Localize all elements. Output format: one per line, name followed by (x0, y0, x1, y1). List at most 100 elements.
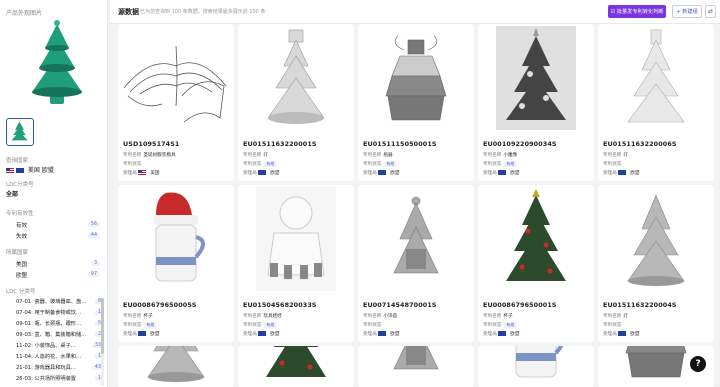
ldc-filter-list: 07-01: 瓷器、玻璃器皿、盘… 8 07-04: 用于制备食物或饮… 1 09-… (6, 296, 104, 382)
patent-region-row: 受理局 欧盟 (123, 331, 160, 337)
patent-image[interactable] (358, 346, 474, 387)
patent-id[interactable]: EU0150456820033S (243, 301, 317, 309)
help-button[interactable]: ? (690, 356, 706, 372)
eu-flag-icon (16, 168, 24, 173)
patent-image[interactable] (238, 185, 354, 293)
patent-id[interactable]: USD1095174S1 (123, 140, 179, 148)
patent-card[interactable]: EU0008679650001S 专利名称 杯子 专利状态 有效 受理局 欧盟 (478, 185, 594, 342)
patent-image[interactable] (478, 24, 594, 132)
patent-status-row: 专利状态 (603, 323, 622, 328)
patent-region-row: 受理局 欧盟 (243, 331, 280, 337)
eu-flag-icon (378, 331, 387, 336)
country-filter-label: 所属国家 (6, 250, 29, 256)
country-filter-item[interactable]: 欧盟 97 (6, 269, 100, 280)
patent-card[interactable]: EU0151163220004S 专利名称灯专利状态 受理局 欧盟 (598, 185, 714, 342)
section-title: 产品外观图片 (6, 10, 43, 17)
query-country-label: 查询国家 (6, 158, 29, 164)
ldc-filter-item[interactable]: 26-03: 公共场所照明装置 1 (6, 373, 104, 384)
patent-name-row: 专利名称 小饰品 (363, 314, 398, 319)
ldc-filter-item[interactable]: 07-01: 瓷器、玻璃器皿、盘… 8 (6, 296, 104, 307)
patent-image[interactable] (598, 185, 714, 293)
ldc-filter-item[interactable]: 21-01: 游戏器具和玩具… 43 (6, 362, 104, 373)
patent-status-row: 专利状态 (603, 162, 622, 167)
eu-flag-icon (258, 331, 267, 336)
patent-id[interactable]: EU0151163220004S (603, 301, 677, 309)
patent-card[interactable]: EU0150456820033S 专利名称 玩具娃娃 专利状态 有效 受理局 欧盟 (238, 185, 354, 342)
query-country-text: 美国 欧盟 (27, 167, 54, 174)
status-filter-item[interactable]: 有效 56 (6, 219, 100, 230)
patent-region-row: 受理局 欧盟 (603, 170, 640, 176)
patent-card[interactable] (358, 346, 474, 387)
patent-card[interactable] (478, 346, 594, 387)
ldc-class-value: 全部 (6, 191, 19, 198)
patent-card[interactable]: EU0151163220006S 专利名称灯专利状态受理局 欧盟 (598, 24, 714, 181)
patent-id[interactable]: EU0151163220006S (603, 140, 677, 148)
us-flag-icon (138, 170, 147, 175)
patent-image[interactable] (118, 346, 234, 387)
patent-image[interactable] (478, 346, 594, 387)
patent-status-row: 专利状态 有效 (243, 161, 277, 167)
patent-image[interactable] (238, 24, 354, 132)
patent-name-row: 专利名称 玩具娃娃 (243, 314, 282, 319)
patent-image[interactable] (598, 24, 714, 132)
patent-id[interactable]: EU0010922090034S (483, 140, 557, 148)
patent-region-row: 受理局 欧盟 (603, 331, 640, 337)
new-group-button[interactable]: + 新建组 (672, 5, 702, 18)
ldc-scrollbar-thumb[interactable] (101, 298, 104, 354)
patent-card[interactable]: EU0010922090034S 专利名称 小雕像 专利状态 有效 受理局 欧盟 (478, 24, 594, 181)
patent-name-row: 专利名称 小雕像 (483, 153, 518, 158)
patent-card[interactable]: USD1095174S1 专利名称 圣诞树服装模具 专利状态 受理局 美国 (118, 24, 234, 181)
batch-judge-button[interactable]: ☑ 批量发专利转化判断 (608, 5, 666, 18)
us-flag-icon (6, 168, 14, 173)
patent-status-row: 专利状态 (123, 162, 142, 167)
eu-flag-icon (498, 170, 507, 175)
patent-card[interactable] (118, 346, 234, 387)
ldc-class-label: LDC分类号 (6, 182, 34, 188)
patent-image[interactable] (358, 185, 474, 293)
status-badge: 有效 (144, 322, 157, 328)
patent-name-row: 专利名称 杯子 (483, 314, 513, 319)
patent-card[interactable]: EU0151163220001S 专利名称灯专利状态 有效 受理局 欧盟 (238, 24, 354, 181)
eu-flag-icon (258, 170, 267, 175)
patent-id[interactable]: EU0008679650001S (483, 301, 557, 309)
patent-region-row: 受理局 欧盟 (483, 331, 520, 337)
patent-image[interactable] (238, 346, 354, 387)
product-image (32, 20, 82, 104)
patent-image[interactable] (358, 24, 474, 132)
ldc-filter-item[interactable]: 09-01: 瓶、长颈瓶、跟形… 5 (6, 318, 104, 329)
patent-id[interactable]: EU0151115050001S (363, 140, 437, 148)
patent-status-row: 专利状态 (363, 323, 382, 328)
patent-card[interactable]: EU0151115050001S 专利名称 瓶器 专利状态 有效 受理局 欧盟 (358, 24, 474, 181)
result-grid: USD1095174S1 专利名称 圣诞树服装模具 专利状态 受理局 美国 EU01511… (114, 24, 720, 387)
selected-image-thumbnail[interactable] (6, 118, 34, 146)
patent-card[interactable]: EU0008679650005S 专利名称 杯子 专利状态 有效 受理局 欧盟 (118, 185, 234, 342)
patent-image[interactable] (478, 185, 594, 293)
filter-sidebar: 产品外观图片 查询国家 美国 欧盟 LDC分类号 全部 专利有效性 有效 56 … (0, 0, 108, 387)
country-filter-item[interactable]: 美国 3 (6, 258, 100, 269)
patent-id[interactable]: EU0151163220001S (243, 140, 317, 148)
patent-card[interactable] (238, 346, 354, 387)
patent-name-row: 专利名称灯 (243, 153, 268, 158)
ldc-filter-item[interactable]: 07-04: 用于制备食物或饮… 1 (6, 307, 104, 318)
patent-card[interactable]: EU0071454870001S 专利名称 小饰品 专利状态受理局 欧盟 (358, 185, 474, 342)
patent-image[interactable] (118, 24, 234, 132)
eu-flag-icon (498, 331, 507, 336)
patent-region-row: 受理局 美国 (123, 170, 160, 176)
status-filter-list: 有效 56 失效 44 (6, 219, 100, 241)
patent-status-row: 专利状态 有效 (483, 322, 517, 328)
ldc-filter-item[interactable]: 09-03: 盒、箱、集装箱和储… 2 (6, 329, 104, 340)
status-filter-item[interactable]: 失效 44 (6, 230, 100, 241)
patent-name-row: 专利名称灯 (603, 153, 628, 158)
patent-region-row: 受理局 欧盟 (363, 331, 400, 337)
ldc-filter-item[interactable]: 11-02: 小装饰品、桌子… 33 (6, 340, 104, 351)
patent-id[interactable]: EU0071454870001S (363, 301, 437, 309)
patent-region-row: 受理局 欧盟 (363, 170, 400, 176)
country-filter-list: 美国 3 欧盟 97 (6, 258, 100, 280)
swap-icon[interactable]: ⇄ (705, 5, 716, 18)
patent-id[interactable]: EU0008679650005S (123, 301, 197, 309)
patent-image[interactable] (118, 185, 234, 293)
ldc-filter-label: LDC 分类号 (6, 289, 36, 295)
result-summary: 已为您查询到 100 条数据，搜索结果最多展示前 100 条 (140, 9, 266, 15)
eu-flag-icon (618, 170, 627, 175)
ldc-filter-item[interactable]: 11-04: 人造的花、水果和… 1 (6, 351, 104, 362)
